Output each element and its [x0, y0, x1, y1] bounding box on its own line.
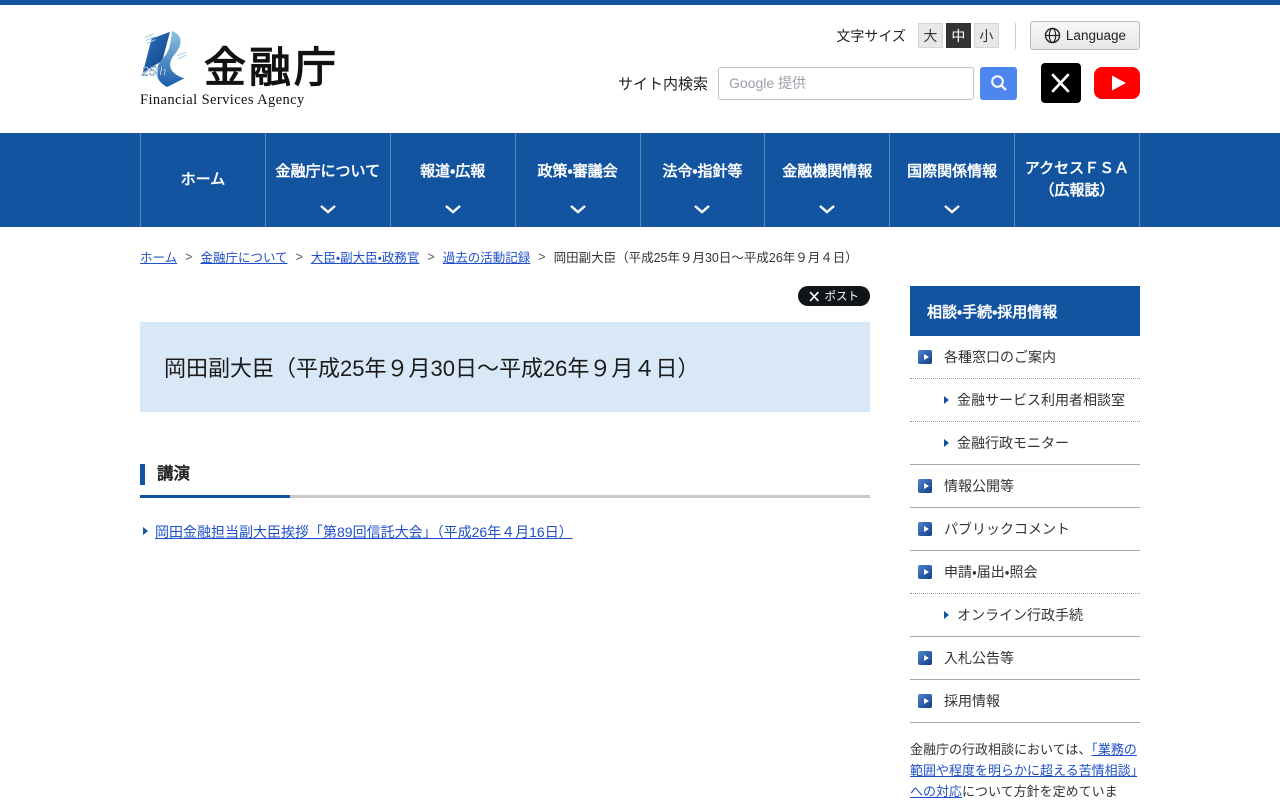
text-size-small-button[interactable]: 小 — [973, 23, 999, 48]
text-size-label: 文字サイズ — [836, 27, 906, 44]
site-header: 25th 金融庁 Financial Services Agency 文字サイズ… — [0, 5, 1280, 133]
language-button[interactable]: Language — [1029, 21, 1140, 50]
header-search-row: サイト内検索 — [618, 63, 1140, 103]
nav-item-about-fsa[interactable]: 金融庁について — [264, 133, 390, 227]
fsa-logo[interactable]: 25th 金融庁 Financial Services Agency — [140, 27, 339, 109]
x-social-link[interactable] — [1041, 63, 1081, 103]
global-nav: ホーム 金融庁について 報道・広報 政策・審議会 法令・指針等 金融機関情報 国… — [0, 133, 1280, 227]
sidebar-item-information-disclosure[interactable]: 情報公開等 — [910, 465, 1140, 508]
breadcrumb-link-home[interactable]: ホーム — [140, 247, 177, 266]
vertical-divider — [1014, 22, 1016, 49]
nav-item-press[interactable]: 報道・広報 — [389, 133, 515, 227]
x-post-button[interactable]: ポスト — [797, 286, 870, 306]
sidebar-item-bid-announcements[interactable]: 入札公告等 — [910, 637, 1140, 680]
youtube-social-link[interactable] — [1094, 63, 1140, 103]
breadcrumb-separator: > — [538, 249, 546, 264]
youtube-logo-icon — [1094, 67, 1140, 99]
breadcrumb-current: 岡田副大臣（平成25年９月30日～平成26年９月４日） — [553, 251, 858, 265]
breadcrumb-separator: > — [427, 249, 435, 264]
site-search-label: サイト内検索 — [617, 75, 708, 93]
arrow-square-icon — [918, 694, 932, 708]
nav-item-financial-institutions[interactable]: 金融機関情報 — [764, 133, 889, 227]
arrow-square-icon — [918, 479, 932, 493]
language-button-label: Language — [1065, 28, 1126, 43]
arrow-right-icon — [944, 439, 949, 447]
page-title-box: 岡田副大臣（平成25年９月30日～平成26年９月４日） — [140, 322, 870, 412]
x-logo-icon — [808, 291, 819, 301]
list-item: 岡田金融担当副大臣挨拶「第89回信託大会」（平成26年４月16日） — [140, 522, 870, 542]
globe-icon — [1044, 27, 1061, 44]
chevron-down-icon — [694, 205, 711, 214]
breadcrumb-link-past-activities[interactable]: 過去の活動記録 — [443, 247, 531, 266]
breadcrumb-separator: > — [185, 249, 193, 264]
nav-item-home[interactable]: ホーム — [140, 133, 265, 227]
main-content: ポスト 岡田副大臣（平成25年９月30日～平成26年９月４日） 講演 岡田金融担… — [140, 286, 870, 543]
bullet-arrow-icon — [143, 527, 148, 536]
sidebar-item-online-procedures[interactable]: オンライン行政手続 — [910, 594, 1140, 637]
sidebar-item-applications[interactable]: 申請・届出・照会 — [910, 551, 1140, 594]
sidebar-note-text: 金融庁の行政相談においては、 — [910, 742, 1092, 757]
breadcrumb-link-ministers[interactable]: 大臣・副大臣・政務官 — [311, 247, 420, 266]
arrow-square-icon — [918, 350, 932, 364]
chevron-down-icon — [444, 205, 461, 214]
lecture-link[interactable]: 岡田金融担当副大臣挨拶「第89回信託大会」（平成26年４月16日） — [155, 522, 573, 542]
brand-name: 金融庁 — [204, 44, 340, 91]
sidebar: 相談・手続・採用情報 各種窓口のご案内 金融サービス利用者相談室 金融行政モニタ… — [910, 286, 1140, 800]
text-size-medium-button[interactable]: 中 — [945, 23, 971, 48]
sidebar-item-public-comment[interactable]: パブリックコメント — [910, 508, 1140, 551]
search-button[interactable] — [980, 66, 1017, 100]
sidebar-item-recruitment[interactable]: 採用情報 — [910, 680, 1140, 723]
section-heading-lectures: 講演 — [140, 464, 870, 486]
nav-item-access-fsa[interactable]: アクセスＦＳＡ （広報誌） — [1014, 133, 1140, 227]
arrow-right-icon — [944, 611, 949, 619]
nav-item-international[interactable]: 国際関係情報 — [889, 133, 1014, 227]
breadcrumb: ホーム > 金融庁について > 大臣・副大臣・政務官 > 過去の活動記録 > 岡… — [140, 247, 1140, 266]
nav-item-laws-guidelines[interactable]: 法令・指針等 — [639, 133, 765, 227]
sidebar-item-admin-monitor[interactable]: 金融行政モニター — [910, 422, 1140, 465]
text-size-large-button[interactable]: 大 — [917, 23, 943, 48]
arrow-square-icon — [918, 565, 932, 579]
chevron-down-icon — [819, 205, 836, 214]
page-title: 岡田副大臣（平成25年９月30日～平成26年９月４日） — [164, 356, 700, 381]
search-input[interactable] — [718, 66, 974, 100]
section-rule — [140, 495, 870, 499]
header-utility-row: 文字サイズ 大 中 小 Language — [836, 21, 1140, 50]
nav-item-policy-councils[interactable]: 政策・審議会 — [514, 133, 640, 227]
breadcrumb-separator: > — [295, 249, 303, 264]
arrow-square-icon — [918, 522, 932, 536]
svg-text:25th: 25th — [141, 64, 166, 78]
x-logo-icon — [1051, 73, 1070, 93]
fsa-logo-mark-icon: 25th — [141, 30, 187, 87]
arrow-right-icon — [944, 396, 949, 404]
sidebar-item-contact-windows[interactable]: 各種窓口のご案内 — [910, 336, 1140, 379]
chevron-down-icon — [944, 205, 960, 214]
sidebar-note: 金融庁の行政相談においては、「業務の範囲や程度を明らかに超える苦情相談」への対応… — [910, 739, 1140, 800]
sidebar-header: 相談・手続・採用情報 — [910, 286, 1140, 336]
search-icon — [990, 75, 1007, 91]
breadcrumb-link-about[interactable]: 金融庁について — [200, 247, 287, 266]
arrow-square-icon — [918, 651, 932, 665]
chevron-down-icon — [320, 205, 336, 214]
brand-subtitle: Financial Services Agency — [140, 92, 305, 108]
sidebar-item-user-consultation[interactable]: 金融サービス利用者相談室 — [910, 379, 1140, 422]
chevron-down-icon — [569, 205, 586, 214]
x-post-button-label: ポスト — [824, 291, 860, 303]
